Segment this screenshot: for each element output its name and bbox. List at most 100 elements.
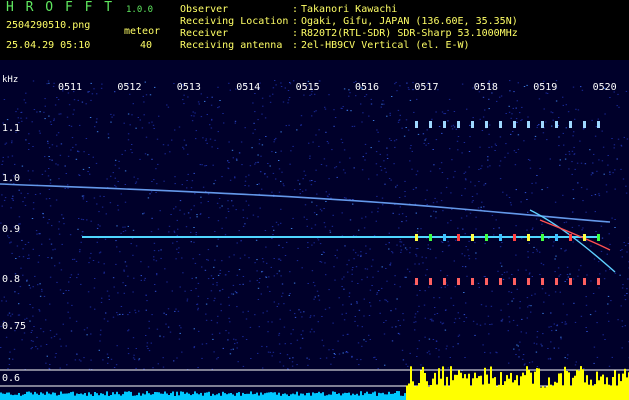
- meter-bar: [204, 392, 206, 400]
- noise-speck: [324, 106, 326, 108]
- noise-speck: [195, 232, 197, 233]
- noise-speck: [379, 312, 381, 314]
- meter-bar: [266, 392, 268, 400]
- noise-speck: [230, 349, 232, 351]
- noise-speck: [614, 219, 616, 220]
- noise-speck: [385, 299, 388, 301]
- noise-speck: [585, 327, 587, 328]
- noise-speck: [147, 348, 149, 349]
- noise-speck: [572, 189, 574, 191]
- noise-speck: [86, 219, 88, 221]
- noise-speck: [106, 290, 109, 292]
- meter-bar: [364, 393, 366, 400]
- noise-speck: [517, 148, 520, 150]
- noise-speck: [31, 347, 33, 349]
- noise-speck: [384, 167, 386, 169]
- noise-speck: [425, 274, 427, 276]
- noise-speck: [331, 149, 333, 151]
- noise-speck: [311, 115, 313, 117]
- noise-speck: [22, 201, 24, 203]
- noise-speck: [76, 353, 78, 355]
- noise-speck: [4, 197, 7, 199]
- noise-speck: [592, 162, 594, 164]
- noise-speck: [116, 246, 118, 248]
- noise-speck: [611, 217, 613, 219]
- noise-speck: [257, 161, 259, 163]
- noise-speck: [435, 139, 438, 141]
- noise-speck: [361, 121, 363, 123]
- noise-speck: [515, 152, 517, 153]
- noise-speck: [47, 140, 49, 142]
- noise-speck: [511, 274, 513, 275]
- noise-speck: [536, 250, 539, 252]
- meter-bar: [156, 392, 158, 400]
- noise-speck: [572, 86, 575, 88]
- noise-speck: [353, 167, 355, 169]
- noise-speck: [210, 319, 213, 321]
- meter-bar: [520, 376, 522, 400]
- meter-bar: [384, 394, 386, 400]
- noise-speck: [105, 213, 107, 215]
- noise-speck: [372, 276, 374, 278]
- noise-speck: [73, 258, 76, 260]
- noise-speck: [626, 251, 628, 253]
- noise-speck: [267, 321, 269, 323]
- noise-speck: [399, 245, 402, 247]
- meteor-echo: [499, 234, 502, 241]
- noise-speck: [232, 293, 235, 295]
- meter-bar: [430, 385, 432, 400]
- noise-speck: [87, 291, 90, 293]
- noise-speck: [442, 242, 444, 243]
- noise-speck: [297, 179, 299, 181]
- meter-bar: [324, 395, 326, 400]
- meteor-echo: [527, 278, 530, 285]
- noise-speck: [551, 330, 553, 332]
- noise-speck: [200, 93, 202, 95]
- noise-speck: [434, 307, 436, 308]
- noise-speck: [348, 292, 351, 294]
- meter-bar: [86, 395, 88, 400]
- noise-speck: [535, 248, 538, 250]
- meter-bar: [272, 392, 274, 400]
- meteor-echo: [471, 234, 474, 241]
- noise-speck: [170, 214, 172, 215]
- noise-speck: [565, 221, 568, 223]
- noise-speck: [176, 357, 178, 359]
- meter-bar: [534, 371, 536, 400]
- noise-speck: [567, 354, 569, 356]
- noise-speck: [414, 329, 416, 331]
- noise-speck: [361, 217, 363, 219]
- noise-speck: [558, 145, 560, 147]
- noise-speck: [445, 348, 447, 350]
- noise-speck: [95, 162, 98, 164]
- noise-speck: [291, 365, 294, 367]
- meter-bar: [528, 370, 530, 400]
- noise-speck: [307, 283, 309, 284]
- meter-bar: [372, 392, 374, 400]
- noise-speck: [394, 283, 396, 285]
- noise-speck: [621, 347, 623, 349]
- noise-speck: [82, 219, 85, 221]
- noise-speck: [417, 133, 420, 135]
- meter-bar: [330, 394, 332, 400]
- noise-speck: [500, 95, 503, 97]
- noise-speck: [439, 168, 441, 170]
- noise-speck: [93, 197, 96, 199]
- noise-speck: [122, 226, 124, 228]
- noise-speck: [627, 278, 629, 280]
- noise-speck: [254, 314, 256, 316]
- meter-bar: [198, 394, 200, 400]
- noise-speck: [548, 294, 550, 296]
- noise-speck: [341, 278, 343, 280]
- noise-speck: [565, 249, 567, 251]
- meter-bar: [148, 393, 150, 400]
- noise-speck: [275, 84, 277, 86]
- meteor-echo: [555, 121, 558, 128]
- time-tick-label: 0519: [533, 82, 557, 93]
- noise-speck: [526, 317, 528, 319]
- noise-speck: [11, 198, 13, 199]
- noise-speck: [86, 334, 88, 336]
- noise-speck: [453, 260, 455, 262]
- noise-speck: [606, 191, 608, 193]
- noise-speck: [390, 262, 392, 264]
